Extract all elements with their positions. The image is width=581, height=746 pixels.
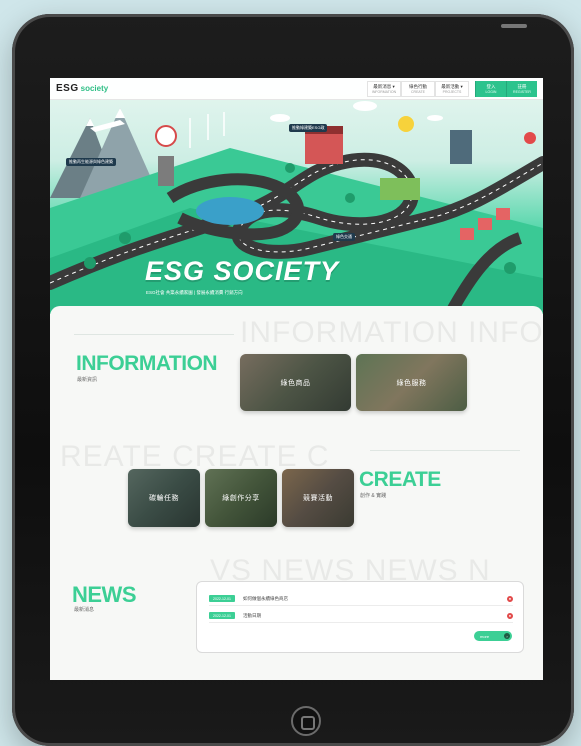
card-label: 綠色服務 (396, 379, 427, 387)
news-date-tag: 2022-12-01 (209, 612, 235, 619)
create-title: CREATE (359, 468, 441, 491)
card-label: 競賽活動 (303, 495, 333, 502)
news-dot-icon: ● (507, 612, 513, 619)
nav-sub: CREATE (411, 89, 425, 94)
tablet-top-button (501, 24, 527, 28)
login-button[interactable]: 登入 LOGIN (475, 80, 506, 97)
more-button[interactable]: more › (474, 631, 512, 641)
hero-label-left: 推動再生能源與綠色建築 (66, 158, 116, 166)
news-list: 2022-12-01 如何做個永續綠色商店 ● 2022-12-01 活動日期 … (196, 581, 524, 653)
card-green-creation-share[interactable]: 綠創作分享 (205, 469, 277, 527)
nav-menu: 最新消息 ▾ INFORMATION 綠色行動 CREATE 最新活動 ▾ PR… (367, 80, 537, 97)
news-dot-icon: ● (507, 595, 513, 602)
card-label: 綠創作分享 (222, 495, 260, 502)
information-subtitle: 最新資訊 (77, 377, 98, 383)
information-title: INFORMATION (76, 352, 218, 375)
nav-sub: INFORMATION (371, 89, 397, 94)
nav-sub: PROJECTS (442, 89, 462, 94)
nav-item-information[interactable]: 最新消息 ▾ INFORMATION (367, 80, 401, 97)
arrow-right-icon: › (504, 633, 510, 639)
logo-secondary: society (80, 84, 109, 93)
news-title: NEWS (72, 582, 137, 607)
news-item[interactable]: 2022-12-01 如何做個永續綠色商店 ● (209, 592, 513, 606)
card-label: 碳輪任務 (149, 495, 179, 502)
news-item[interactable]: 2022-12-01 活動日期 ● (209, 609, 513, 623)
card-carbon-mission[interactable]: 碳輪任務 (128, 469, 200, 527)
nav-item-projects[interactable]: 最新活動 ▾ PROJECTS (435, 80, 469, 97)
hero-label-lower: 綠色交通 (333, 233, 355, 241)
create-divider (370, 450, 520, 451)
news-date-tag: 2022-12-01 (209, 595, 235, 602)
news-subtitle: 最新消息 (74, 607, 95, 613)
register-sub: REGISTER (513, 89, 531, 94)
nav-item-create[interactable]: 綠色行動 CREATE (401, 80, 435, 97)
top-navigation: ESG society 最新消息 ▾ INFORMATION 綠色行動 CREA… (50, 78, 543, 100)
card-competition-events[interactable]: 競賽活動 (282, 469, 354, 527)
more-label: more (480, 633, 490, 639)
card-label: 綠色商品 (280, 379, 311, 387)
home-button-icon[interactable] (291, 706, 321, 736)
news-text: 如何做個永續綠色商店 (243, 595, 288, 601)
screen: 推動再生能源與綠色建築 推動綠建築ESG政 綠色交通 ESG SOCIETY E… (50, 78, 543, 680)
logo-primary: ESG (56, 83, 79, 94)
information-bg-text: INFORMATION INFORMATION (240, 316, 543, 349)
main-content: INFORMATION INFORMATION INFORMATION 最新資訊… (50, 306, 543, 680)
create-subtitle: 創作 & 實踐 (360, 493, 387, 499)
hero-subtitle: ESG社會 共築永續家園 | 發展永續消費 行銷方向 (146, 290, 243, 295)
site-logo[interactable]: ESG society (56, 83, 108, 94)
hero-label-center: 推動綠建築ESG政 (289, 124, 328, 132)
information-divider (74, 334, 234, 335)
hero-title: ESG SOCIETY (145, 256, 340, 286)
news-text: 活動日期 (243, 612, 261, 618)
hero-section: 推動再生能源與綠色建築 推動綠建築ESG政 綠色交通 ESG SOCIETY E… (50, 78, 543, 314)
card-green-services[interactable]: 綠色服務 (356, 354, 467, 411)
card-green-products[interactable]: 綠色商品 (240, 354, 351, 411)
login-sub: LOGIN (485, 89, 497, 94)
register-button[interactable]: 註冊 REGISTER (506, 80, 537, 97)
